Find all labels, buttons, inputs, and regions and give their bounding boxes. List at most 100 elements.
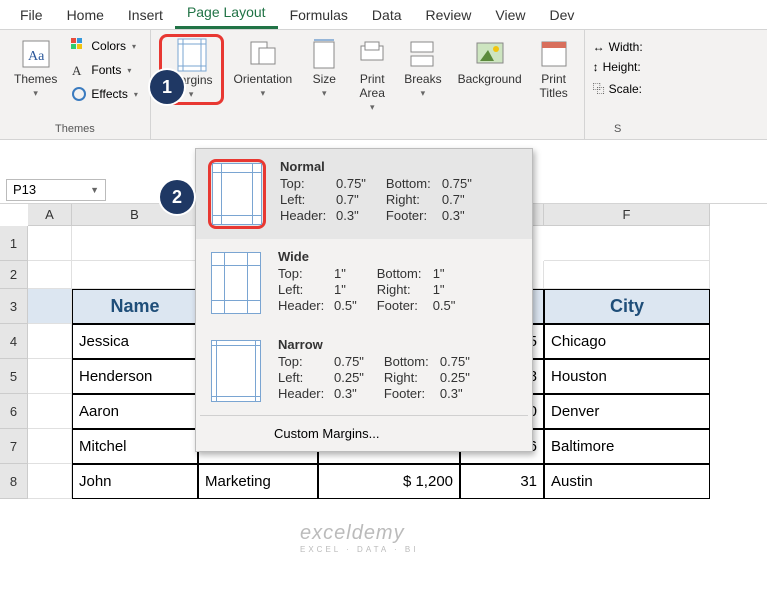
- height-control[interactable]: ↕Height:: [593, 58, 641, 76]
- background-button[interactable]: Background: [452, 34, 528, 90]
- themes-icon: Aa: [20, 38, 52, 70]
- cell[interactable]: Jessica: [72, 324, 198, 359]
- background-icon: [474, 38, 506, 70]
- cell[interactable]: John: [72, 464, 198, 499]
- cell[interactable]: [544, 226, 710, 261]
- orientation-button[interactable]: Orientation ▾: [228, 34, 299, 103]
- watermark: exceldemy EXCEL · DATA · BI: [300, 522, 418, 554]
- margin-preset-narrow[interactable]: NarrowTop:0.75"Left:0.25"Header:0.3"Bott…: [196, 327, 532, 415]
- effects-button[interactable]: Effects▾: [67, 84, 141, 104]
- name-box[interactable]: P13 ▼: [6, 179, 106, 201]
- themes-button[interactable]: Aa Themes ▾: [8, 34, 63, 103]
- print-titles-button[interactable]: Print Titles: [532, 34, 576, 104]
- breaks-icon: [407, 38, 439, 70]
- tab-insert[interactable]: Insert: [116, 1, 175, 29]
- group-scale: ↔Width: ↕Height: ⿻Scale: S: [585, 30, 651, 139]
- row-header[interactable]: 5: [0, 359, 28, 394]
- callout-badge-2: 2: [160, 180, 194, 214]
- chevron-down-icon: ▾: [261, 88, 266, 99]
- tab-formulas[interactable]: Formulas: [278, 1, 360, 29]
- width-control[interactable]: ↔Width:: [593, 38, 643, 56]
- margin-preset-wide[interactable]: WideTop:1"Left:1"Header:0.5"Bottom:1"Rig…: [196, 239, 532, 327]
- cell[interactable]: 31: [460, 464, 544, 499]
- scale-control[interactable]: ⿻Scale:: [593, 78, 642, 99]
- chevron-down-icon: ▾: [370, 102, 375, 113]
- cell[interactable]: Aaron: [72, 394, 198, 429]
- margins-dropdown: NormalTop:0.75"Left:0.7"Header:0.3"Botto…: [195, 148, 533, 452]
- tab-dev[interactable]: Dev: [538, 1, 587, 29]
- tab-data[interactable]: Data: [360, 1, 414, 29]
- cell[interactable]: Austin: [544, 464, 710, 499]
- cell[interactable]: Baltimore: [544, 429, 710, 464]
- tab-page-layout[interactable]: Page Layout: [175, 0, 278, 29]
- tab-file[interactable]: File: [8, 1, 55, 29]
- custom-margins-item[interactable]: Custom Margins...: [196, 416, 532, 451]
- colors-icon: [71, 38, 87, 54]
- cell[interactable]: [72, 226, 198, 261]
- chevron-down-icon: ▾: [132, 42, 136, 51]
- chevron-down-icon: ▼: [90, 185, 99, 195]
- row-header[interactable]: 3: [0, 289, 28, 324]
- row-header[interactable]: 4: [0, 324, 28, 359]
- cell[interactable]: [28, 324, 72, 359]
- size-icon: [308, 38, 340, 70]
- chevron-down-icon: ▾: [421, 88, 426, 99]
- chevron-down-icon: ▾: [134, 90, 138, 99]
- row-header[interactable]: 7: [0, 429, 28, 464]
- chevron-down-icon: ▾: [127, 66, 131, 75]
- ribbon: Aa Themes ▾ Colors▾ A Fonts▾ Effects▾: [0, 30, 767, 140]
- cell[interactable]: Houston: [544, 359, 710, 394]
- cell[interactable]: Denver: [544, 394, 710, 429]
- group-label-themes: Themes: [8, 121, 142, 135]
- breaks-button[interactable]: Breaks ▾: [398, 34, 447, 103]
- cell[interactable]: $ 1,200: [318, 464, 460, 499]
- margin-preset-icon: [211, 340, 261, 402]
- cell[interactable]: [28, 429, 72, 464]
- row-header[interactable]: 6: [0, 394, 28, 429]
- width-icon: ↔: [593, 40, 605, 54]
- tab-review[interactable]: Review: [414, 1, 484, 29]
- column-header[interactable]: F: [544, 204, 710, 226]
- cell[interactable]: Name: [72, 289, 198, 324]
- margin-preset-icon: [211, 252, 261, 314]
- orientation-icon: [247, 38, 279, 70]
- margin-preset-icon: [212, 163, 262, 225]
- group-themes: Aa Themes ▾ Colors▾ A Fonts▾ Effects▾: [0, 30, 151, 139]
- column-header[interactable]: A: [28, 204, 72, 226]
- cell[interactable]: [544, 261, 710, 289]
- size-button[interactable]: Size ▾: [302, 34, 346, 103]
- cell[interactable]: Marketing: [198, 464, 318, 499]
- print-titles-icon: [538, 38, 570, 70]
- group-page-setup: Margins ▾ Orientation ▾ Size ▾ Print Are…: [151, 30, 585, 139]
- callout-badge-1: 1: [150, 70, 184, 104]
- cell[interactable]: [28, 359, 72, 394]
- margins-icon: [175, 39, 207, 71]
- row-header[interactable]: 8: [0, 464, 28, 499]
- cell[interactable]: [28, 394, 72, 429]
- svg-text:A: A: [72, 63, 82, 78]
- row-header[interactable]: 2: [0, 261, 28, 289]
- fonts-button[interactable]: A Fonts▾: [67, 60, 141, 80]
- cell[interactable]: Henderson: [72, 359, 198, 394]
- cell[interactable]: [28, 226, 72, 261]
- colors-button[interactable]: Colors▾: [67, 36, 141, 56]
- chevron-down-icon: ▾: [33, 88, 38, 99]
- cell[interactable]: Mitchel: [72, 429, 198, 464]
- effects-icon: [71, 86, 87, 102]
- cell[interactable]: [28, 289, 72, 324]
- tab-view[interactable]: View: [483, 1, 537, 29]
- cell[interactable]: Chicago: [544, 324, 710, 359]
- print-area-icon: [356, 38, 388, 70]
- row-header[interactable]: 1: [0, 226, 28, 261]
- height-icon: ↕: [593, 60, 599, 74]
- cell[interactable]: [28, 464, 72, 499]
- tab-home[interactable]: Home: [55, 1, 116, 29]
- print-area-button[interactable]: Print Area ▾: [350, 34, 394, 117]
- chevron-down-icon: ▾: [322, 88, 327, 99]
- scale-icon: ⿻: [593, 80, 605, 97]
- cell[interactable]: [28, 261, 72, 289]
- margin-preset-normal[interactable]: NormalTop:0.75"Left:0.7"Header:0.3"Botto…: [196, 149, 532, 239]
- cell[interactable]: City: [544, 289, 710, 324]
- ribbon-tabs: File Home Insert Page Layout Formulas Da…: [0, 0, 767, 30]
- cell[interactable]: [72, 261, 198, 289]
